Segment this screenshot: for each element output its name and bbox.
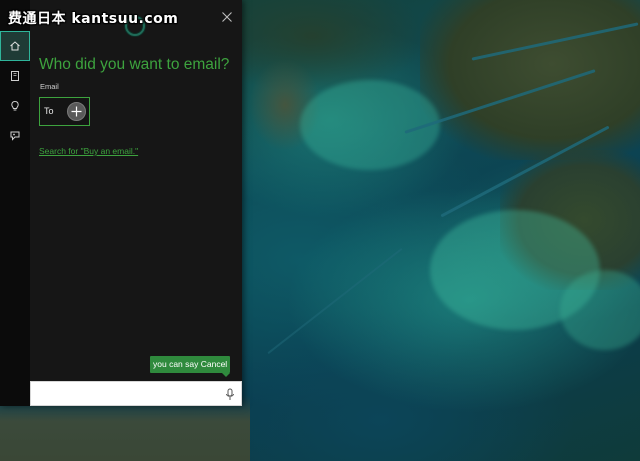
nav-home-button[interactable] <box>0 31 30 61</box>
search-web-link[interactable]: Search for "Buy an email." <box>39 146 138 156</box>
microphone-icon <box>226 388 234 400</box>
nav-notebook-button[interactable] <box>0 61 30 91</box>
plus-icon <box>71 106 82 117</box>
to-recipient-field[interactable]: To <box>39 97 90 126</box>
delta-land <box>420 0 640 160</box>
nav-rail <box>0 0 30 406</box>
cortana-panel: Who did you want to email? Email To Sear… <box>0 0 242 406</box>
nav-reminders-button[interactable] <box>0 91 30 121</box>
ask-cortana-bar <box>30 381 242 406</box>
feedback-icon <box>10 131 20 141</box>
nav-feedback-button[interactable] <box>0 121 30 151</box>
home-icon <box>10 41 20 51</box>
to-label: To <box>44 106 54 116</box>
notebook-icon <box>11 71 19 81</box>
close-icon <box>222 12 232 22</box>
ask-cortana-input[interactable] <box>35 385 219 405</box>
email-label: Email <box>40 82 59 91</box>
reminders-icon <box>11 100 19 111</box>
sediment-plume <box>560 270 640 350</box>
cancel-tip-bubble: you can say Cancel <box>150 356 231 377</box>
close-button[interactable] <box>219 9 235 25</box>
watermark-text: 费通日本 kantsuu.com <box>8 11 179 27</box>
cortana-question: Who did you want to email? <box>39 56 230 73</box>
river-channel <box>267 247 403 355</box>
microphone-button[interactable] <box>224 388 236 401</box>
add-recipient-button[interactable] <box>67 102 86 121</box>
